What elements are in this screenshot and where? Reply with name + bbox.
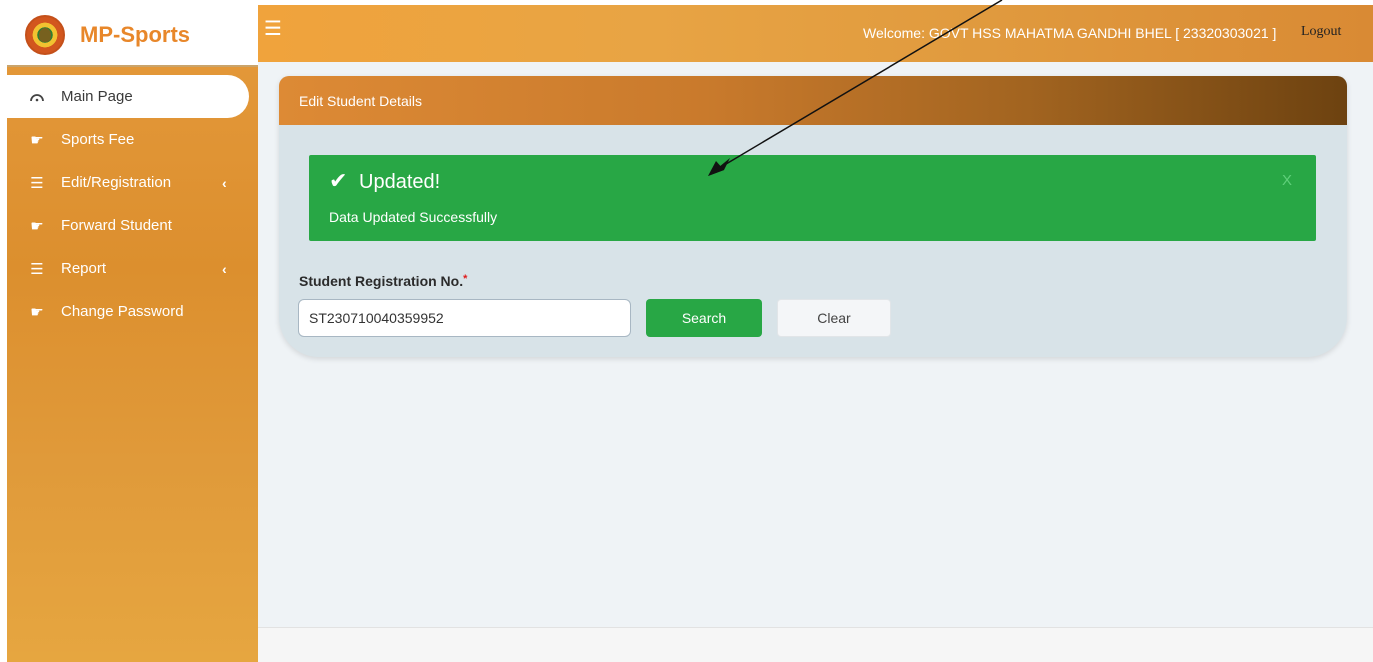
hand-pointer-icon: ☛ [30, 303, 44, 321]
sidebar-nav: Main Page ☛ Sports Fee ☰ Edit/Registrati… [7, 75, 258, 333]
sidebar-item-label: Change Password [61, 303, 184, 320]
hand-pointer-icon: ☛ [30, 217, 44, 235]
sidebar-item-label: Sports Fee [61, 131, 135, 148]
sidebar: MP-Sports Main Page ☛ Sports Fee ☰ Edit/… [7, 5, 258, 662]
logout-link[interactable]: Logout [1301, 24, 1341, 40]
sidebar-item-label: Forward Student [61, 217, 172, 234]
dashboard-icon [19, 92, 55, 102]
hamburger-menu-icon[interactable]: ☰ [264, 19, 282, 39]
alert-close-button[interactable]: X [1282, 172, 1292, 189]
sidebar-item-forward-student[interactable]: ☛ Forward Student [7, 204, 258, 247]
hand-pointer-icon: ☛ [30, 131, 44, 149]
welcome-text: Welcome: GOVT HSS MAHATMA GANDHI BHEL [ … [863, 25, 1277, 41]
top-header: ☰ Welcome: GOVT HSS MAHATMA GANDHI BHEL … [258, 5, 1373, 62]
clear-button[interactable]: Clear [777, 299, 891, 337]
alert-title: Updated! [359, 171, 441, 193]
checkmark-icon: ✔ [329, 168, 348, 193]
edit-student-card: Edit Student Details ✔ Updated! Data Upd… [279, 76, 1347, 357]
sidebar-item-label: Main Page [61, 88, 133, 105]
footer [258, 627, 1373, 662]
search-button[interactable]: Search [646, 299, 762, 337]
sidebar-item-sports-fee[interactable]: ☛ Sports Fee [7, 118, 258, 161]
sidebar-item-report[interactable]: ☰ Report ‹ [7, 247, 258, 290]
success-alert: ✔ Updated! Data Updated Successfully X [309, 155, 1316, 241]
list-icon: ☰ [30, 260, 44, 278]
registration-no-input[interactable] [298, 299, 631, 337]
brand-name: MP-Sports [80, 22, 190, 47]
chevron-left-icon: ‹ [222, 260, 227, 277]
mp-emblem-logo [25, 15, 65, 55]
registration-no-label-text: Student Registration No. [299, 273, 464, 289]
sidebar-item-label: Report [61, 260, 107, 277]
card-title: Edit Student Details [279, 76, 1347, 125]
brand[interactable]: MP-Sports [7, 5, 258, 67]
sidebar-item-main-page[interactable]: Main Page [7, 75, 249, 118]
sidebar-item-label: Edit/Registration [61, 174, 172, 191]
chevron-left-icon: ‹ [222, 174, 227, 191]
sidebar-item-edit-registration[interactable]: ☰ Edit/Registration ‹ [7, 161, 258, 204]
list-icon: ☰ [30, 174, 44, 192]
registration-no-label: Student Registration No.* [299, 273, 467, 289]
sidebar-item-change-password[interactable]: ☛ Change Password [7, 290, 258, 333]
required-mark: * [463, 273, 468, 285]
alert-message: Data Updated Successfully [329, 209, 498, 225]
